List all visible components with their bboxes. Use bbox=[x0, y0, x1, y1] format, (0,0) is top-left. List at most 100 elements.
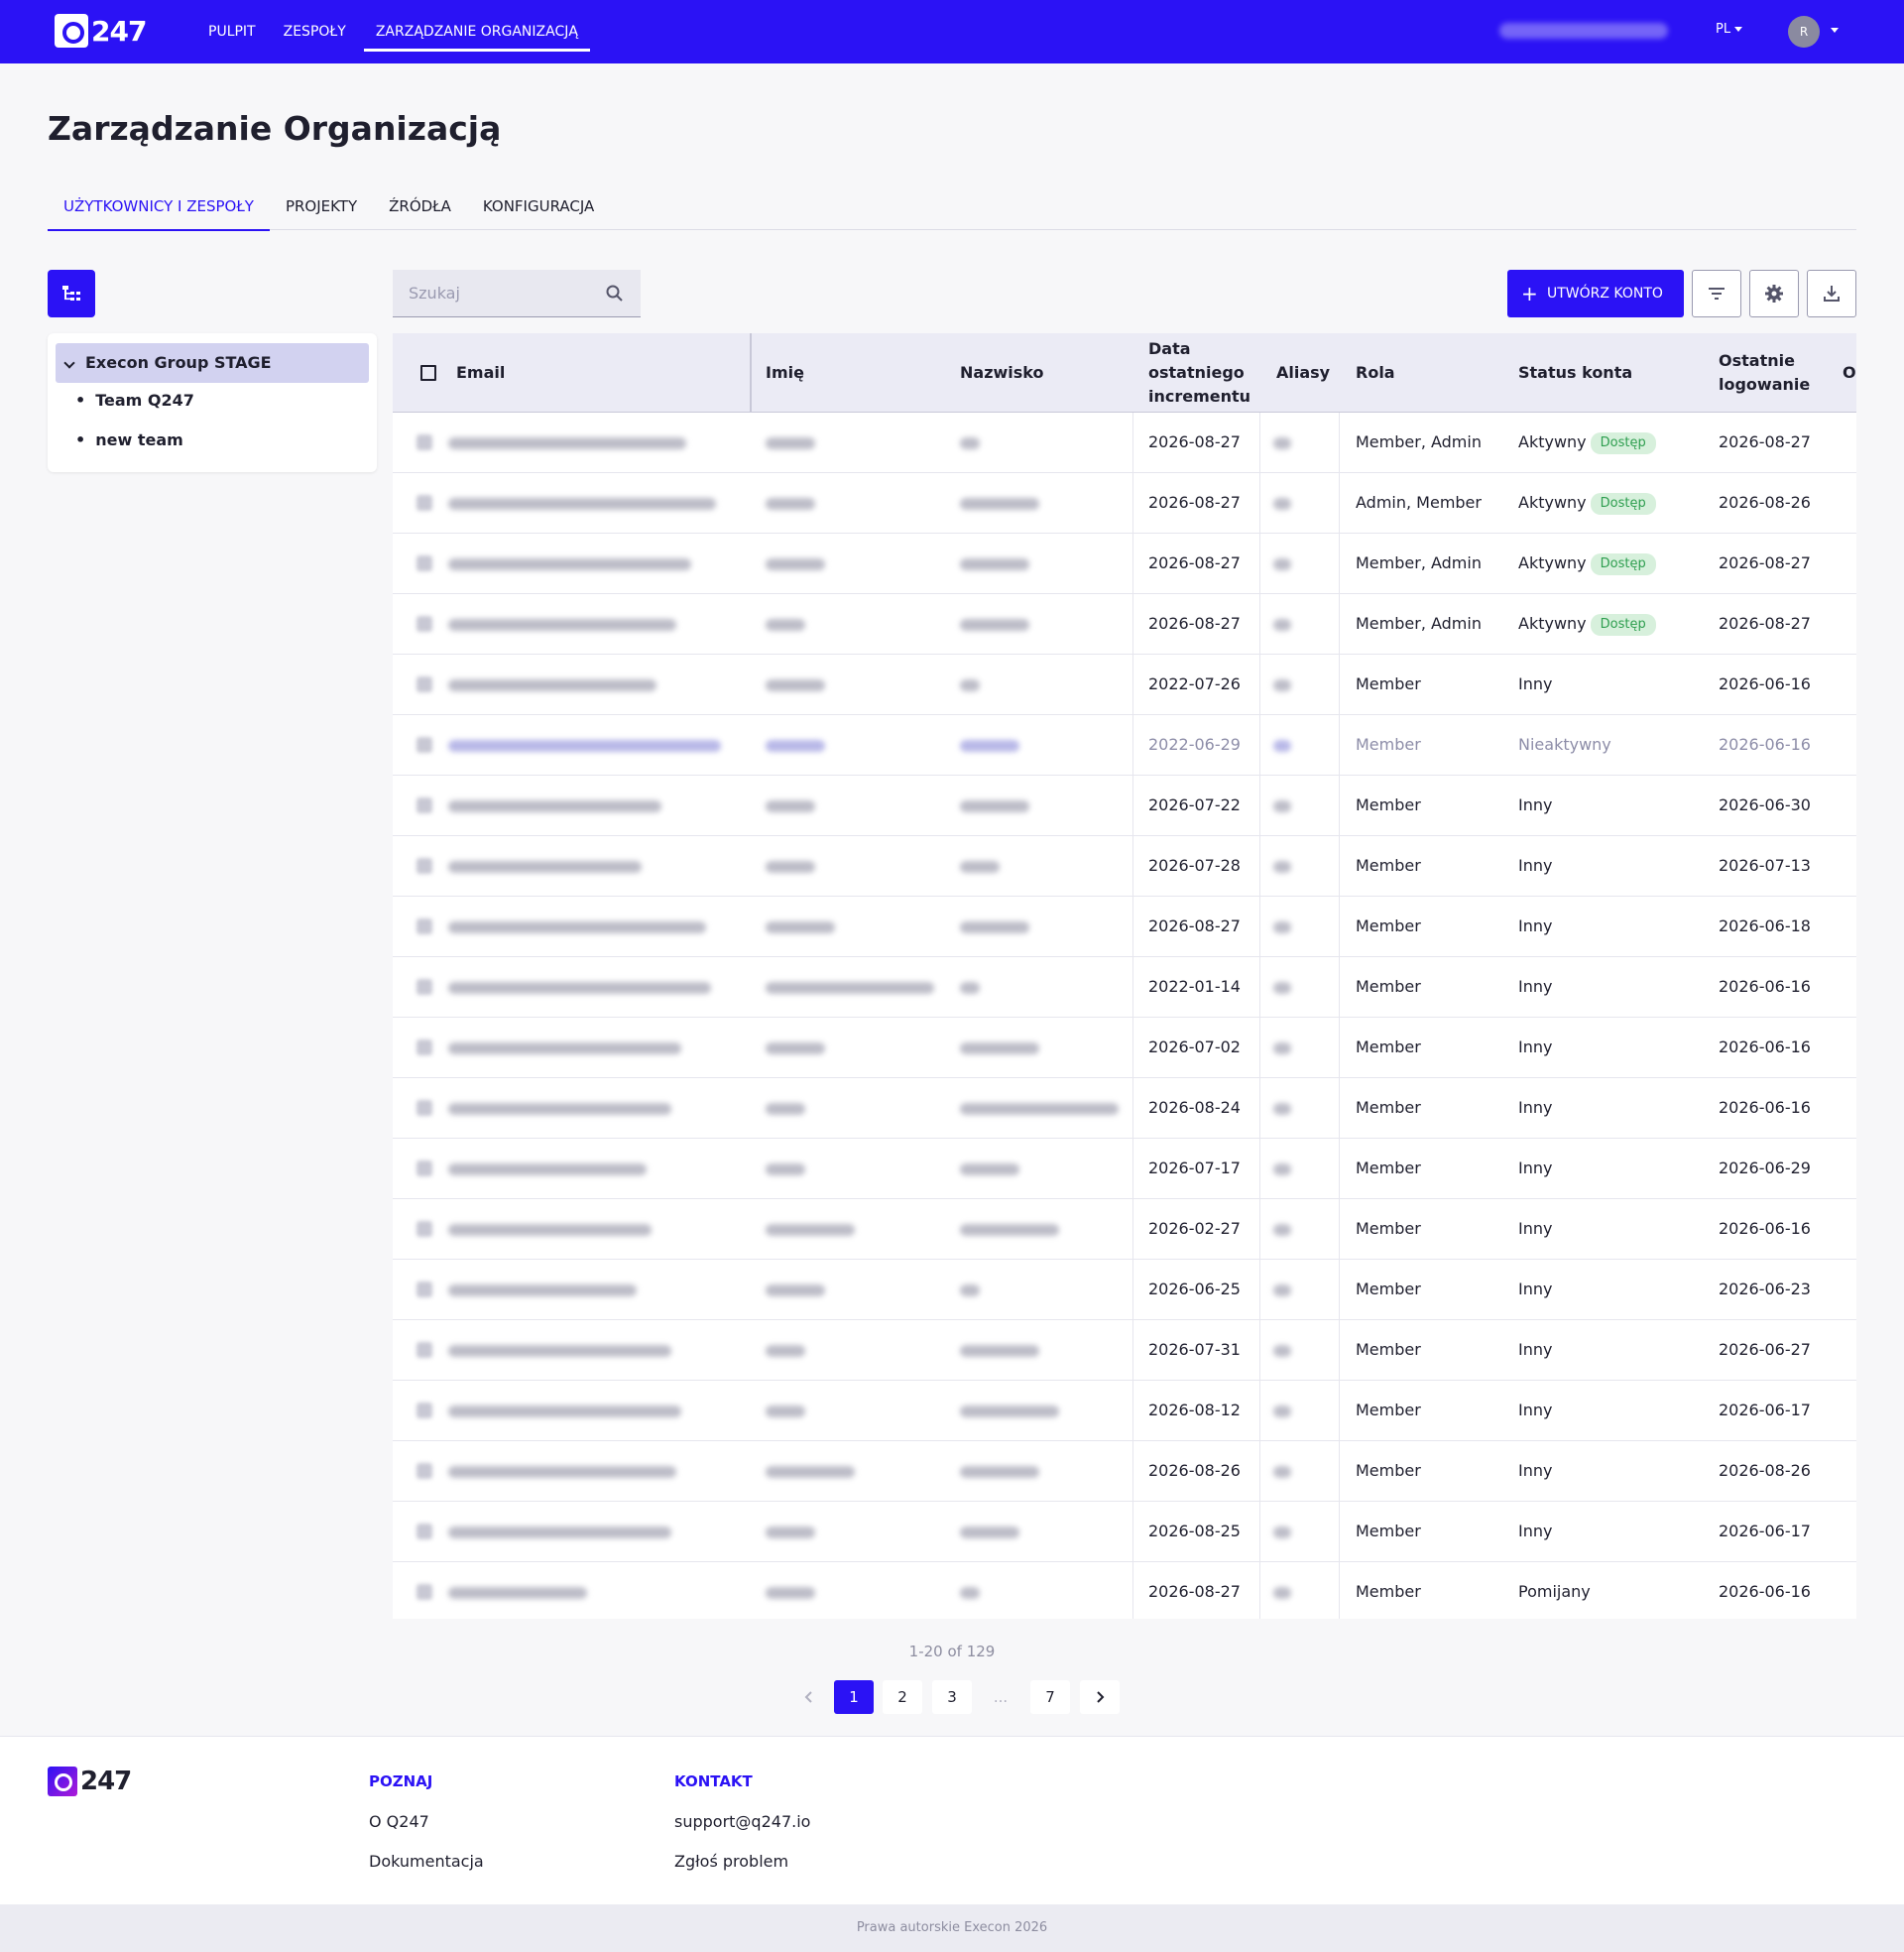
aliases-redacted bbox=[1273, 1103, 1291, 1115]
next-page-button[interactable] bbox=[1080, 1680, 1120, 1714]
table-row[interactable]: 2026-08-27 Member, Admin Aktywny Dostęp 2026… bbox=[393, 594, 1856, 655]
filter-button[interactable] bbox=[1692, 270, 1741, 317]
aliases-redacted bbox=[1273, 800, 1291, 812]
tab-projects[interactable]: PROJEKTY bbox=[270, 190, 373, 230]
column-nazwisko[interactable]: Nazwisko bbox=[960, 333, 1044, 413]
chevron-down-icon[interactable] bbox=[63, 357, 75, 369]
q247-logo[interactable]: 247 bbox=[55, 14, 147, 48]
tab-users-teams[interactable]: UŻYTKOWNICY I ZESPOŁY bbox=[48, 190, 270, 231]
column-ostatnie-logowanie[interactable]: Ostatnie logowanie bbox=[1719, 333, 1810, 413]
row-checkbox[interactable] bbox=[416, 1584, 432, 1600]
row-checkbox[interactable] bbox=[416, 1281, 432, 1297]
account-status: Nieaktywny bbox=[1518, 715, 1611, 775]
table-row[interactable]: 2026-08-24 Member Inny 2026-06-16 bbox=[393, 1078, 1856, 1139]
aliases-redacted bbox=[1273, 1042, 1291, 1054]
cell-divider bbox=[1259, 1018, 1260, 1077]
tab-configuration[interactable]: KONFIGURACJA bbox=[467, 190, 610, 230]
nav-pulpit[interactable]: PULPIT bbox=[194, 0, 270, 63]
row-checkbox[interactable] bbox=[416, 495, 432, 511]
row-checkbox[interactable] bbox=[416, 1403, 432, 1418]
column-imie[interactable]: Imię bbox=[766, 333, 804, 413]
cell-divider bbox=[1132, 1441, 1133, 1501]
tree-item-root[interactable]: Execon Group STAGE bbox=[56, 343, 369, 383]
chevron-down-icon[interactable] bbox=[1831, 28, 1839, 33]
first-name-redacted bbox=[766, 800, 815, 812]
footer-heading-poznaj: POZNAJ bbox=[369, 1772, 433, 1790]
table-row[interactable]: 2022-07-26 Member Inny 2026-06-16 bbox=[393, 655, 1856, 715]
download-button[interactable] bbox=[1807, 270, 1856, 317]
footer-link-docs[interactable]: Dokumentacja bbox=[369, 1852, 484, 1871]
footer-logo[interactable]: 247 bbox=[48, 1767, 132, 1796]
search-input[interactable]: Szukaj bbox=[393, 270, 641, 317]
row-checkbox[interactable] bbox=[416, 616, 432, 632]
table-row[interactable]: 2026-07-31 Member Inny 2026-06-27 bbox=[393, 1320, 1856, 1381]
column-email[interactable]: Email bbox=[456, 333, 505, 413]
row-checkbox[interactable] bbox=[416, 1160, 432, 1176]
page-button[interactable]: 7 bbox=[1030, 1680, 1070, 1714]
user-avatar[interactable]: R bbox=[1788, 16, 1820, 48]
row-checkbox[interactable] bbox=[416, 979, 432, 995]
checkbox-icon[interactable] bbox=[420, 365, 436, 381]
tree-toggle-button[interactable] bbox=[48, 270, 95, 317]
row-checkbox[interactable] bbox=[416, 434, 432, 450]
column-overflow[interactable]: O bbox=[1843, 333, 1856, 413]
table-row[interactable]: 2026-07-17 Member Inny 2026-06-29 bbox=[393, 1139, 1856, 1199]
create-account-button[interactable]: UTWÓRZ KONTO bbox=[1507, 270, 1684, 317]
row-checkbox[interactable] bbox=[416, 1039, 432, 1055]
column-rola[interactable]: Rola bbox=[1356, 333, 1395, 413]
last-login: 2026-07-13 bbox=[1719, 856, 1811, 875]
table-row[interactable]: 2026-08-27 Member, Admin Aktywny Dostęp 2026… bbox=[393, 413, 1856, 473]
table-row[interactable]: 2026-08-27 Member Pomijany 2026-06-16 bbox=[393, 1562, 1856, 1619]
prev-page-button[interactable] bbox=[789, 1680, 829, 1714]
settings-button[interactable] bbox=[1749, 270, 1799, 317]
table-row[interactable]: 2026-07-02 Member Inny 2026-06-16 bbox=[393, 1018, 1856, 1078]
row-checkbox[interactable] bbox=[416, 676, 432, 692]
tab-sources[interactable]: ŹRÓDŁA bbox=[373, 190, 467, 230]
table-row[interactable]: 2026-06-25 Member Inny 2026-06-23 bbox=[393, 1260, 1856, 1320]
email-redacted bbox=[448, 1526, 671, 1538]
page-button[interactable]: 3 bbox=[932, 1680, 972, 1714]
row-checkbox[interactable] bbox=[416, 555, 432, 571]
row-checkbox[interactable] bbox=[416, 797, 432, 813]
tree-item-team[interactable]: new team bbox=[75, 430, 183, 449]
table-row[interactable]: 2026-07-28 Member Inny 2026-07-13 bbox=[393, 836, 1856, 897]
page-button[interactable]: 2 bbox=[883, 1680, 922, 1714]
table-row[interactable]: 2026-08-25 Member Inny 2026-06-17 bbox=[393, 1502, 1856, 1562]
search-icon[interactable] bbox=[605, 284, 625, 304]
nav-zespoly[interactable]: ZESPOŁY bbox=[270, 0, 360, 63]
row-checkbox[interactable] bbox=[416, 858, 432, 874]
table-row[interactable]: 2022-01-14 Member Inny 2026-06-16 bbox=[393, 957, 1856, 1018]
language-selector[interactable]: PL bbox=[1716, 22, 1743, 37]
column-status[interactable]: Status konta bbox=[1518, 333, 1632, 413]
table-row[interactable]: 2022-06-29 Member Nieaktywny 2026-06-16 bbox=[393, 715, 1856, 776]
table-row[interactable]: 2026-07-22 Member Inny 2026-06-30 bbox=[393, 776, 1856, 836]
table-row[interactable]: 2026-08-26 Member Inny 2026-08-26 bbox=[393, 1441, 1856, 1502]
page-button[interactable]: 1 bbox=[834, 1680, 874, 1714]
email-redacted bbox=[448, 1345, 671, 1357]
account-status: Inny bbox=[1518, 836, 1552, 896]
footer-link-support-email[interactable]: support@q247.io bbox=[674, 1812, 810, 1831]
table-row[interactable]: 2026-08-12 Member Inny 2026-06-17 bbox=[393, 1381, 1856, 1441]
row-checkbox[interactable] bbox=[416, 1100, 432, 1116]
row-checkbox[interactable] bbox=[416, 918, 432, 934]
row-checkbox[interactable] bbox=[416, 1524, 432, 1539]
table-row[interactable]: 2026-08-27 Member, Admin Aktywny Dostęp 2026… bbox=[393, 534, 1856, 594]
column-data-incrementu[interactable]: Data ostatniego incrementu bbox=[1148, 333, 1250, 413]
tree-item-team[interactable]: Team Q247 bbox=[75, 391, 194, 410]
footer-link-about[interactable]: O Q247 bbox=[369, 1812, 429, 1831]
role: Member bbox=[1356, 856, 1421, 875]
role: Member bbox=[1356, 674, 1421, 693]
select-all-checkbox[interactable] bbox=[420, 333, 436, 413]
row-checkbox[interactable] bbox=[416, 737, 432, 753]
table-row[interactable]: 2026-08-27 Member Inny 2026-06-18 bbox=[393, 897, 1856, 957]
table-row[interactable]: 2026-02-27 Member Inny 2026-06-16 bbox=[393, 1199, 1856, 1260]
column-aliasy[interactable]: Aliasy bbox=[1276, 333, 1330, 413]
row-checkbox[interactable] bbox=[416, 1342, 432, 1358]
table-row[interactable]: 2026-08-27 Admin, Member Aktywny Dostęp 2026… bbox=[393, 473, 1856, 534]
row-checkbox[interactable] bbox=[416, 1221, 432, 1237]
column-resize-handle[interactable] bbox=[750, 333, 752, 413]
nav-zarzadzanie-organizacja[interactable]: ZARZĄDZANIE ORGANIZACJĄ bbox=[360, 0, 594, 63]
footer-link-report-problem[interactable]: Zgłoś problem bbox=[674, 1852, 788, 1871]
row-checkbox[interactable] bbox=[416, 1463, 432, 1479]
account-status: Aktywny Dostęp bbox=[1518, 413, 1656, 472]
